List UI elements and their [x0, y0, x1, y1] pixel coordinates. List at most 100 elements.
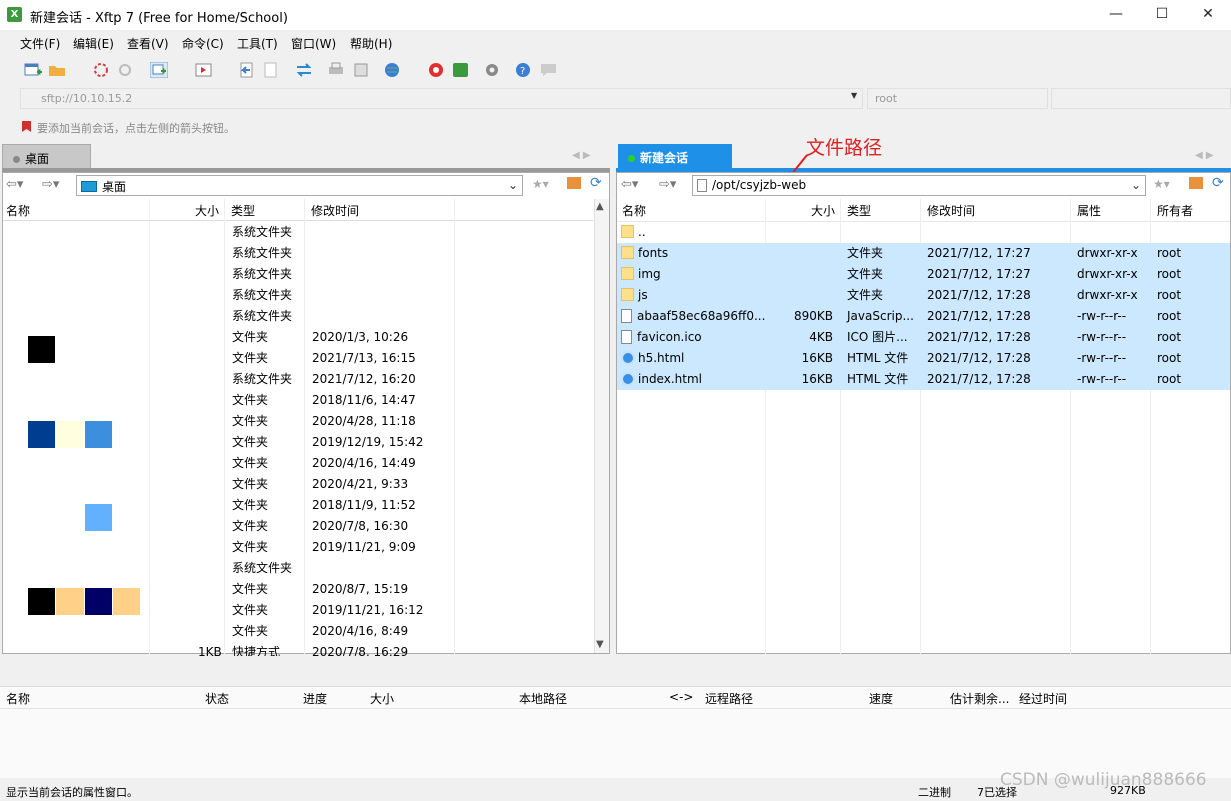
- refresh-icon[interactable]: ⟳: [590, 175, 602, 191]
- transfer-mode[interactable]: 二进制: [918, 784, 951, 800]
- col-attributes[interactable]: 属性: [1077, 202, 1101, 219]
- table-row[interactable]: 系统文件夹: [3, 306, 593, 327]
- xftp-icon[interactable]: [452, 62, 470, 78]
- table-row[interactable]: 文件夹 2020/1/3, 10:26: [3, 327, 593, 348]
- table-row[interactable]: 文件夹 2020/4/16, 14:49: [3, 453, 593, 474]
- bookmark-flag-icon[interactable]: [20, 120, 34, 134]
- table-row[interactable]: 系统文件夹: [3, 285, 593, 306]
- tab-new-session[interactable]: 新建会话: [618, 144, 732, 170]
- transfer-col-name[interactable]: 名称: [6, 690, 30, 707]
- chevron-down-icon[interactable]: ⌄: [508, 178, 518, 192]
- transfer-col-progress[interactable]: 进度: [303, 690, 327, 707]
- back-arrow-icon[interactable]: ⇦▾: [621, 177, 638, 192]
- left-tab-scroll-icon[interactable]: ◀ ▶: [572, 150, 591, 161]
- new-session-icon[interactable]: [24, 62, 42, 78]
- terminal-icon[interactable]: [195, 62, 213, 78]
- refresh-icon[interactable]: ⟳: [1212, 175, 1224, 191]
- scroll-down-icon[interactable]: ▼: [596, 639, 604, 650]
- chevron-down-icon[interactable]: ⌄: [1131, 178, 1141, 192]
- gear-icon[interactable]: [484, 62, 502, 78]
- table-row[interactable]: 系统文件夹: [3, 558, 593, 579]
- new-tab-icon[interactable]: [150, 62, 168, 78]
- xshell-icon[interactable]: [428, 62, 446, 78]
- transfer-col-status[interactable]: 状态: [205, 690, 229, 707]
- col-type[interactable]: 类型: [847, 202, 871, 219]
- table-row[interactable]: favicon.ico 4KB ICO 图片... 2021/7/12, 17:28 -…: [617, 327, 1230, 348]
- username-input[interactable]: root: [867, 88, 1048, 109]
- splitter[interactable]: [0, 656, 1231, 686]
- back-arrow-icon[interactable]: ⇦▾: [6, 177, 23, 192]
- host-address-input[interactable]: sftp://10.10.15.2: [20, 88, 863, 109]
- reconnect-icon[interactable]: [117, 62, 135, 78]
- col-modified[interactable]: 修改时间: [311, 202, 359, 219]
- transfer-col-speed[interactable]: 速度: [869, 690, 893, 707]
- menu-edit[interactable]: 编辑(E): [73, 35, 114, 52]
- close-button[interactable]: ✕: [1185, 0, 1231, 30]
- menu-tools[interactable]: 工具(T): [237, 35, 278, 52]
- right-tab-scroll-icon[interactable]: ◀ ▶: [1195, 150, 1214, 161]
- transfer-col-size[interactable]: 大小: [370, 690, 394, 707]
- print-icon[interactable]: [327, 62, 345, 78]
- table-row[interactable]: 文件夹 2019/11/21, 9:09: [3, 537, 593, 558]
- table-row[interactable]: 系统文件夹 2021/7/12, 16:20: [3, 369, 593, 390]
- properties-icon[interactable]: [352, 62, 370, 78]
- minimize-button[interactable]: —: [1093, 0, 1139, 30]
- table-row[interactable]: 系统文件夹: [3, 264, 593, 285]
- table-row[interactable]: ..: [617, 222, 1230, 243]
- transfer-col-direction[interactable]: <->: [669, 690, 693, 704]
- home-folder-icon[interactable]: [567, 177, 581, 189]
- local-scrollbar[interactable]: [594, 199, 609, 653]
- menu-view[interactable]: 查看(V): [127, 35, 169, 52]
- favorites-star-icon[interactable]: ★▾: [532, 177, 549, 191]
- transfer-col-elapsed[interactable]: 经过时间: [1019, 690, 1067, 707]
- table-row[interactable]: abaaf58ec68a96ff0... 890KB JavaScrip... 202…: [617, 306, 1230, 327]
- table-row[interactable]: 文件夹 2018/11/6, 14:47: [3, 390, 593, 411]
- col-size[interactable]: 大小: [811, 202, 835, 219]
- remote-path-input[interactable]: /opt/csyjzb-web ⌄: [692, 175, 1146, 196]
- forward-arrow-icon[interactable]: ⇨▾: [659, 177, 676, 192]
- help-icon[interactable]: ?: [515, 62, 533, 78]
- favorites-star-icon[interactable]: ★▾: [1153, 177, 1170, 191]
- table-row[interactable]: 文件夹 2020/4/21, 9:33: [3, 474, 593, 495]
- cell-modified: 2020/4/21, 9:33: [312, 477, 409, 491]
- local-path-input[interactable]: 桌面 ⌄: [76, 175, 523, 196]
- col-type[interactable]: 类型: [231, 202, 255, 219]
- table-row[interactable]: 系统文件夹: [3, 243, 593, 264]
- menu-file[interactable]: 文件(F): [20, 35, 60, 52]
- col-name[interactable]: 名称: [622, 202, 646, 219]
- transfer-col-remote-path[interactable]: 远程路径: [705, 690, 753, 707]
- col-owner[interactable]: 所有者: [1157, 202, 1193, 219]
- table-row[interactable]: 文件夹 2021/7/13, 16:15: [3, 348, 593, 369]
- maximize-button[interactable]: ☐: [1139, 0, 1185, 30]
- password-input[interactable]: [1051, 88, 1231, 109]
- table-row[interactable]: h5.html 16KB HTML 文件 2021/7/12, 17:28 -rw-r-…: [617, 348, 1230, 369]
- sync-icon[interactable]: [295, 62, 313, 78]
- table-row[interactable]: img 文件夹 2021/7/12, 17:27 drwxr-xr-x root: [617, 264, 1230, 285]
- globe-icon[interactable]: [384, 62, 402, 78]
- menu-command[interactable]: 命令(C): [182, 35, 224, 52]
- table-row[interactable]: index.html 16KB HTML 文件 2021/7/12, 17:28 -rw…: [617, 369, 1230, 390]
- disconnect-icon[interactable]: [93, 62, 111, 78]
- transfer-col-local-path[interactable]: 本地路径: [519, 690, 567, 707]
- xftp-app-icon: X: [7, 7, 22, 22]
- transfer-col-eta[interactable]: 估计剩余...: [950, 690, 1009, 707]
- col-name[interactable]: 名称: [6, 202, 30, 219]
- tab-desktop[interactable]: 桌面: [2, 144, 91, 170]
- scroll-up-icon[interactable]: ▲: [596, 201, 604, 212]
- col-size[interactable]: 大小: [195, 202, 219, 219]
- chat-icon[interactable]: [540, 62, 558, 78]
- menu-help[interactable]: 帮助(H): [350, 35, 392, 52]
- menu-window[interactable]: 窗口(W): [291, 35, 336, 52]
- col-modified[interactable]: 修改时间: [927, 202, 975, 219]
- upload-left-icon[interactable]: [238, 62, 256, 78]
- table-row[interactable]: 文件夹 2020/4/16, 8:49: [3, 621, 593, 642]
- forward-arrow-icon[interactable]: ⇨▾: [42, 177, 59, 192]
- cell-type: 文件夹: [232, 330, 269, 344]
- download-right-icon[interactable]: [262, 62, 280, 78]
- open-folder-icon[interactable]: [48, 62, 66, 78]
- home-folder-icon[interactable]: [1189, 177, 1203, 189]
- table-row[interactable]: js 文件夹 2021/7/12, 17:28 drwxr-xr-x root: [617, 285, 1230, 306]
- table-row[interactable]: fonts 文件夹 2021/7/12, 17:27 drwxr-xr-x root: [617, 243, 1230, 264]
- address-dropdown-icon[interactable]: ▼: [851, 91, 857, 100]
- table-row[interactable]: 系统文件夹: [3, 222, 593, 243]
